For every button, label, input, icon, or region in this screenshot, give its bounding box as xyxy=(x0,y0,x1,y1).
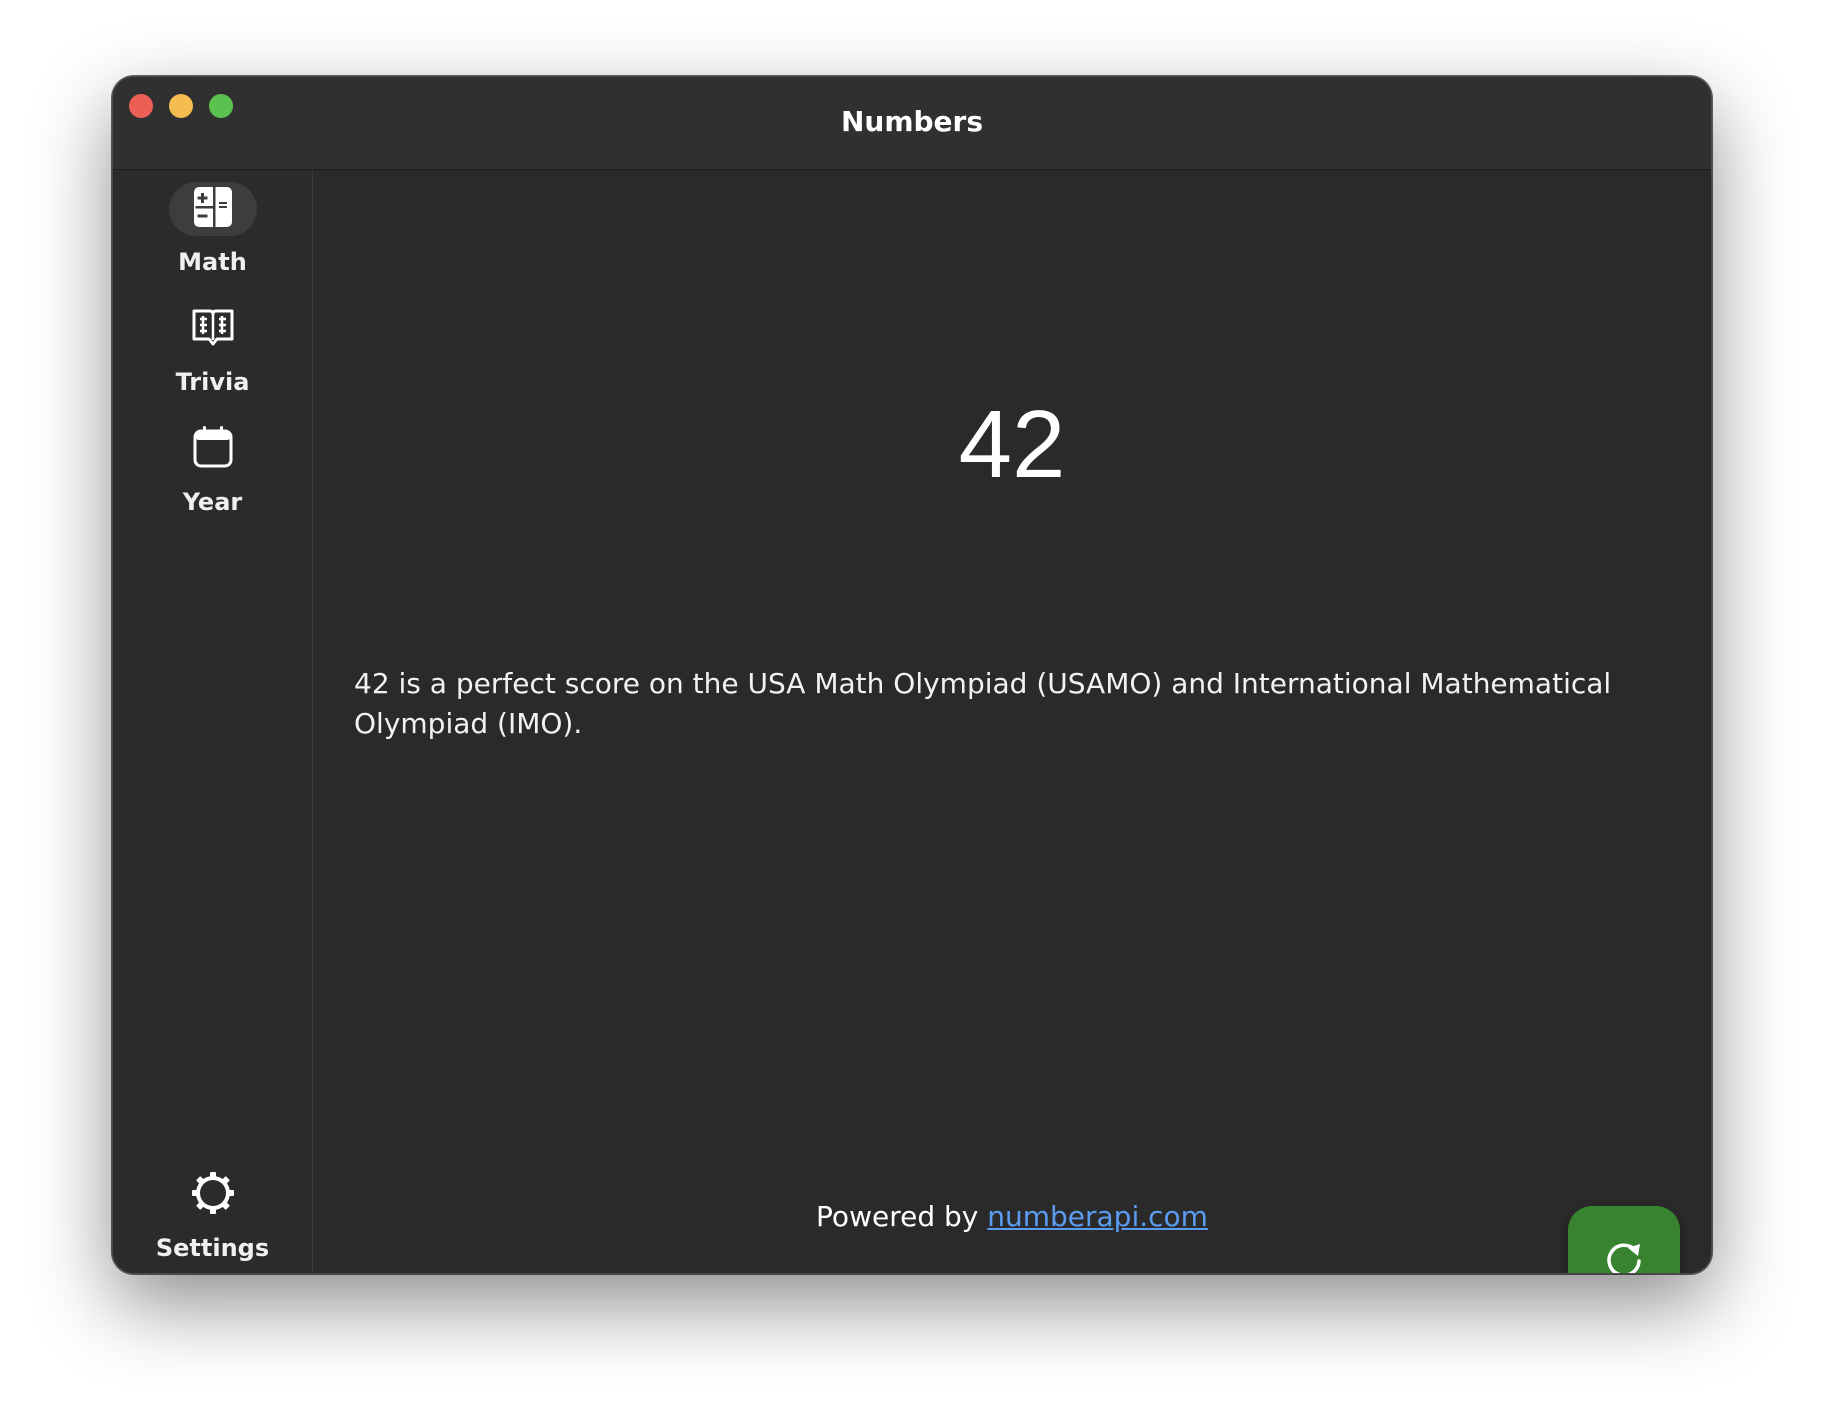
titlebar: Numbers xyxy=(113,77,1711,170)
sidebar-item-label: Trivia xyxy=(175,368,250,396)
main-content: 42 42 is a perfect score on the USA Math… xyxy=(313,170,1711,1273)
sidebar-item-trivia-icon-wrap xyxy=(169,302,257,356)
refresh-icon xyxy=(1602,1238,1646,1273)
book-icon xyxy=(191,306,235,352)
sidebar-item-year-icon-wrap xyxy=(169,422,257,476)
sidebar-item-label: Settings xyxy=(155,1234,270,1262)
calculator-icon xyxy=(192,186,234,232)
sidebar-item-settings[interactable]: Settings xyxy=(113,1168,312,1262)
app-window: Numbers Math Trivia Year Settings 42 42 … xyxy=(112,76,1712,1274)
sidebar: Math Trivia Year Settings xyxy=(113,170,313,1273)
sidebar-item-year[interactable]: Year xyxy=(113,422,312,516)
sidebar-item-label: Math xyxy=(178,248,247,276)
sidebar-item-label: Year xyxy=(182,488,243,516)
gear-icon xyxy=(191,1171,235,1219)
sidebar-item-trivia[interactable]: Trivia xyxy=(113,302,312,396)
number-display: 42 xyxy=(958,391,1066,498)
numberapi-link[interactable]: numberapi.com xyxy=(987,1200,1208,1233)
window-title: Numbers xyxy=(840,105,984,138)
sidebar-item-settings-icon-wrap xyxy=(169,1168,257,1222)
footer-prefix: Powered by xyxy=(816,1200,988,1233)
refresh-button[interactable] xyxy=(1568,1206,1680,1273)
sidebar-item-math-icon-wrap xyxy=(168,182,257,236)
calendar-icon xyxy=(192,425,234,473)
sidebar-item-math[interactable]: Math xyxy=(113,182,312,276)
fact-text: 42 is a perfect score on the USA Math Ol… xyxy=(354,667,1612,740)
powered-by-footer: Powered by numberapi.com xyxy=(313,1200,1711,1233)
